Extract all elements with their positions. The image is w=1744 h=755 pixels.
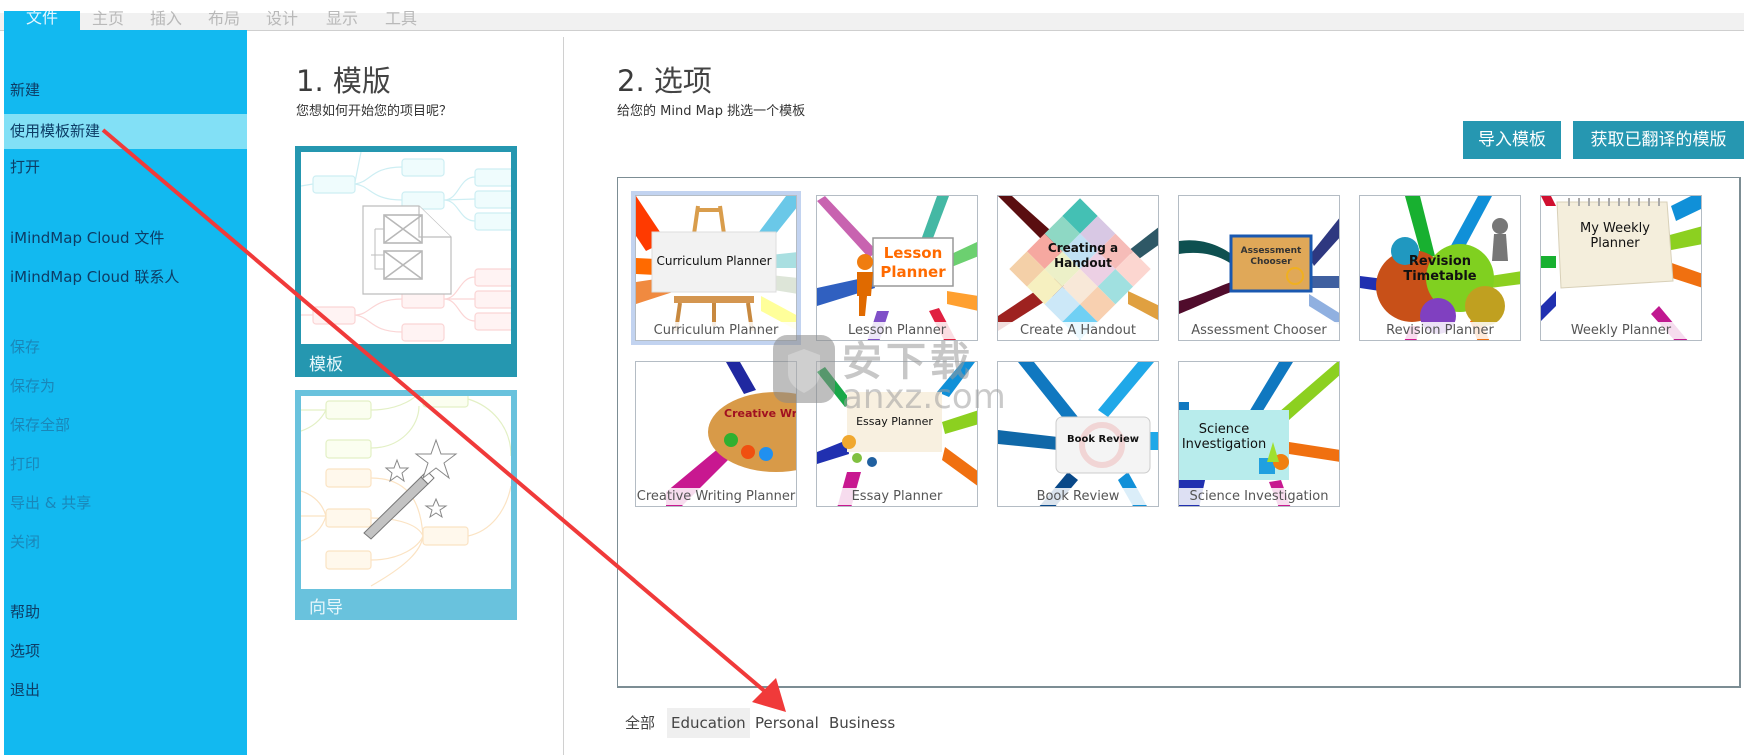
template-name: Assessment Chooser — [1179, 322, 1339, 339]
template-tile-create-a-handout[interactable]: Creating a Handout Create A Handout — [997, 195, 1159, 341]
tile-thumbnail-text: Curriculum Planner — [656, 254, 772, 268]
wizard-option-card[interactable]: 向导 — [295, 390, 517, 620]
tile-thumbnail-text: My Weekly Planner — [1580, 221, 1650, 251]
template-name: Science Investigation — [1179, 488, 1339, 505]
template-option-label: 模板 — [309, 355, 343, 375]
watermark: 安下载 anxz.com — [770, 335, 1006, 425]
template-tile-revision-planner[interactable]: Revision Timetable Revision Planner — [1359, 195, 1521, 341]
template-gallery: Curriculum Planner Curriculum Planner Le… — [617, 177, 1741, 688]
tile-thumbnail-text: Assessment Chooser — [1240, 246, 1302, 267]
assessment-chooser-thumbnail — [1179, 218, 1339, 325]
section1-subtitle: 您想如何开始您的项目呢？ — [296, 104, 453, 119]
template-name: Creative Writing Planner — [636, 488, 796, 505]
filter-all[interactable]: 全部 — [621, 708, 659, 738]
tab-insert[interactable]: 插入 — [150, 7, 182, 31]
section2-heading: 2. 选项 — [617, 58, 712, 100]
section2-title: 选项 — [653, 64, 712, 98]
template-name: Book Review — [998, 488, 1158, 505]
template-preview — [300, 151, 516, 344]
wizard-option-label: 向导 — [309, 598, 343, 618]
tab-tools[interactable]: 工具 — [385, 7, 417, 31]
template-tile-science-investigation[interactable]: Science Investigation Science Investigat… — [1178, 361, 1340, 507]
tile-thumbnail-text: Science Investigation — [1181, 422, 1267, 452]
tab-view[interactable]: 显示 — [326, 7, 358, 31]
panel-divider — [563, 37, 564, 755]
magic-wand-icon — [300, 390, 512, 609]
sidebar-item-cloud-contacts[interactable]: iMindMap Cloud 联系人 — [4, 260, 247, 295]
file-menu-sidebar: 新建 使用模板新建 打开 iMindMap Cloud 文件 iMindMap … — [4, 30, 247, 755]
filter-business[interactable]: Business — [825, 708, 899, 738]
section2-subtitle: 给您的 Mind Map 挑选一个模板 — [617, 104, 806, 119]
template-tile-lesson-planner[interactable]: Lesson Planner Lesson Planner — [816, 195, 978, 341]
tile-thumbnail-text: Creating a Handout — [1047, 241, 1119, 270]
sidebar-item-exit[interactable]: 退出 — [4, 673, 247, 708]
template-name: Essay Planner — [817, 488, 977, 505]
section1-number: 1. — [296, 64, 324, 98]
filter-personal[interactable]: Personal — [751, 708, 823, 738]
tile-thumbnail-text: Book Review — [1067, 434, 1139, 445]
template-document-icon — [300, 151, 516, 342]
template-tile-book-review[interactable]: Book Review Book Review — [997, 361, 1159, 507]
template-tile-weekly-planner[interactable]: My Weekly Planner Weekly Planner — [1540, 195, 1702, 341]
get-translated-templates-button[interactable]: 获取已翻译的模版 — [1573, 121, 1744, 159]
ribbon-tab-bar: 文件 主页 插入 布局 设计 显示 工具 — [0, 9, 1744, 31]
sidebar-item-new[interactable]: 新建 — [4, 73, 247, 108]
imindmap-file-backstage: 文件 主页 插入 布局 设计 显示 工具 新建 使用模板新建 打开 iMindM… — [0, 0, 1744, 755]
section2-number: 2. — [617, 64, 645, 98]
filter-education[interactable]: Education — [667, 708, 750, 738]
template-name: Revision Planner — [1360, 322, 1520, 339]
tab-file[interactable]: 文件 — [4, 11, 80, 31]
sidebar-item-new-from-template[interactable]: 使用模板新建 — [4, 114, 247, 149]
sidebar-item-open[interactable]: 打开 — [4, 150, 247, 185]
template-option-card[interactable]: 模板 — [295, 146, 517, 377]
sidebar-item-options[interactable]: 选项 — [4, 634, 247, 669]
template-tile-curriculum-planner[interactable]: Curriculum Planner Curriculum Planner — [631, 191, 801, 345]
sidebar-item-help[interactable]: 帮助 — [4, 595, 247, 630]
tab-layout[interactable]: 布局 — [208, 7, 240, 31]
sidebar-item-save[interactable]: 保存 — [4, 330, 247, 365]
watermark-subtext: anxz.com — [842, 377, 1006, 417]
tile-thumbnail-text: Lesson Planner — [880, 244, 946, 281]
wizard-preview — [300, 390, 512, 609]
template-name: Create A Handout — [998, 322, 1158, 339]
section1-heading: 1. 模版 — [296, 58, 391, 100]
sidebar-item-print[interactable]: 打印 — [4, 447, 247, 482]
section1-title: 模版 — [332, 64, 391, 98]
weekly-planner-thumbnail — [1541, 196, 1701, 340]
tab-design[interactable]: 设计 — [266, 7, 298, 31]
template-tile-assessment-chooser[interactable]: Assessment Chooser Assessment Chooser — [1178, 195, 1340, 341]
sidebar-item-cloud-files[interactable]: iMindMap Cloud 文件 — [4, 221, 247, 256]
sidebar-item-close[interactable]: 关闭 — [4, 525, 247, 560]
sidebar-item-save-as[interactable]: 保存为 — [4, 369, 247, 404]
tab-home[interactable]: 主页 — [92, 7, 124, 31]
import-template-button[interactable]: 导入模板 — [1463, 121, 1561, 159]
sidebar-item-export-share[interactable]: 导出 & 共享 — [4, 486, 247, 521]
template-name: Weekly Planner — [1541, 322, 1701, 339]
sidebar-item-save-all[interactable]: 保存全部 — [4, 408, 247, 443]
tile-thumbnail-text: Revision Timetable — [1403, 254, 1477, 284]
